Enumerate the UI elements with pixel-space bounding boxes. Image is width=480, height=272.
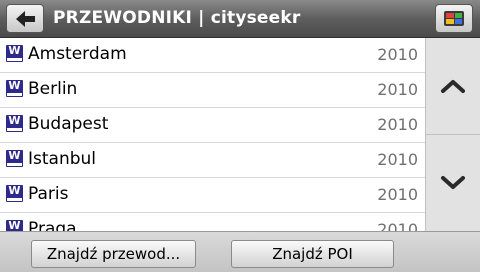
list-item[interactable]: W Budapest 2010 bbox=[0, 108, 425, 143]
guide-list: W Amsterdam 2010 W Berlin 2010 W Budapes… bbox=[0, 38, 425, 231]
wallpaper-guide-icon: W bbox=[6, 220, 23, 231]
list-item[interactable]: W Paris 2010 bbox=[0, 178, 425, 213]
scrollbar bbox=[425, 38, 480, 231]
city-name: Praga bbox=[28, 219, 77, 231]
wallpaper-guide-icon: W bbox=[6, 185, 23, 202]
guide-year: 2010 bbox=[377, 220, 418, 231]
city-name: Paris bbox=[28, 184, 69, 204]
scroll-down-button[interactable] bbox=[426, 135, 480, 231]
footer-bar: Znajdź przewod... Znajdź POI bbox=[0, 231, 480, 272]
city-name: Amsterdam bbox=[28, 44, 127, 64]
chevron-down-icon bbox=[441, 176, 465, 189]
wallpaper-guide-icon: W bbox=[6, 45, 23, 62]
wallpaper-guide-icon: W bbox=[6, 80, 23, 97]
scroll-up-button[interactable] bbox=[426, 38, 480, 135]
list-item[interactable]: W Amsterdam 2010 bbox=[0, 38, 425, 73]
list-item[interactable]: W Berlin 2010 bbox=[0, 73, 425, 108]
back-button[interactable] bbox=[6, 4, 44, 33]
city-name: Budapest bbox=[28, 114, 109, 134]
city-name: Istanbul bbox=[28, 149, 97, 169]
map-button[interactable] bbox=[435, 4, 473, 33]
page-title: PRZEWODNIKI | cityseekr bbox=[53, 8, 301, 28]
header-bar: PRZEWODNIKI | cityseekr bbox=[0, 0, 480, 38]
list-item[interactable]: W Istanbul 2010 bbox=[0, 143, 425, 178]
guide-year: 2010 bbox=[377, 115, 418, 134]
back-arrow-icon bbox=[16, 11, 35, 27]
wallpaper-guide-icon: W bbox=[6, 150, 23, 167]
guide-year: 2010 bbox=[377, 80, 418, 99]
guide-year: 2010 bbox=[377, 45, 418, 64]
city-name: Berlin bbox=[28, 79, 78, 99]
list-item[interactable]: W Praga 2010 bbox=[0, 213, 425, 231]
map-screen-icon bbox=[444, 11, 464, 26]
guide-year: 2010 bbox=[377, 150, 418, 169]
find-poi-button[interactable]: Znajdź POI bbox=[231, 240, 394, 268]
wallpaper-guide-icon: W bbox=[6, 115, 23, 132]
guide-year: 2010 bbox=[377, 185, 418, 204]
find-guide-button[interactable]: Znajdź przewod... bbox=[31, 240, 196, 268]
chevron-up-icon bbox=[441, 80, 465, 93]
